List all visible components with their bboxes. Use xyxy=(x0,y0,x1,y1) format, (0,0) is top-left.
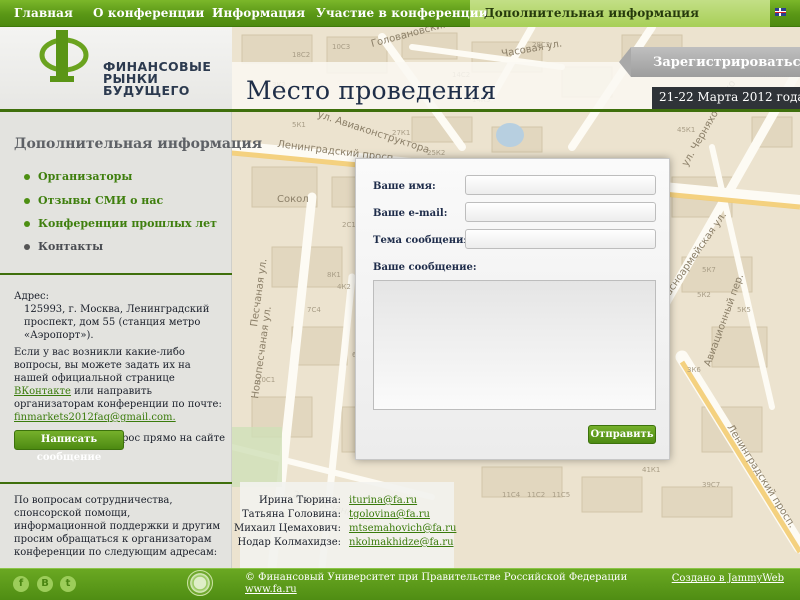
svg-text:18С2: 18С2 xyxy=(292,51,310,59)
register-button[interactable]: Зарегистрироваться xyxy=(619,47,800,77)
email-field[interactable] xyxy=(465,202,656,222)
conference-dates: 21-22 Марта 2012 года xyxy=(652,87,800,109)
name-label: Ваше имя: xyxy=(373,181,436,192)
message-label: Ваше сообщение: xyxy=(373,262,477,273)
subject-field[interactable] xyxy=(465,229,656,249)
contact-name: Михаил Цемахович: xyxy=(233,523,341,534)
cooperation-text: По вопросам сотрудничества, спонсорской … xyxy=(14,495,221,558)
svg-text:11С4: 11С4 xyxy=(502,491,521,499)
facebook-icon[interactable]: f xyxy=(13,576,29,592)
top-navigation: Главная О конференции Информация Участие… xyxy=(0,0,800,27)
copyright-text: © Финансовый Университет при Правительст… xyxy=(245,572,628,583)
contact-email-link[interactable]: iturina@fa.ru xyxy=(349,495,417,506)
sidebar-divider xyxy=(0,482,232,484)
vk-link[interactable]: ВКонтакте xyxy=(14,386,71,397)
organizer-contacts: Ирина Тюрина: iturina@fa.ru Татьяна Голо… xyxy=(234,482,456,568)
vkontakte-icon[interactable]: B xyxy=(37,576,53,592)
svg-text:10С1: 10С1 xyxy=(257,376,275,384)
svg-text:28С2: 28С2 xyxy=(532,41,550,49)
write-message-button[interactable]: Написать сообщение xyxy=(14,430,124,463)
svg-text:45К1: 45К1 xyxy=(677,126,695,134)
subject-label: Тема сообщения: xyxy=(373,235,475,246)
address-label: Адрес: xyxy=(14,291,50,302)
bullet-icon xyxy=(24,244,30,250)
svg-text:8К1: 8К1 xyxy=(327,271,341,279)
contact-email-link[interactable]: tgolovina@fa.ru xyxy=(349,509,430,520)
bullet-icon xyxy=(24,221,30,227)
submit-button[interactable]: Отправить xyxy=(588,425,656,444)
twitter-icon[interactable]: t xyxy=(60,576,76,592)
nav-item-home[interactable]: Главная xyxy=(14,6,73,20)
nav-item-participation[interactable]: Участие в конференции xyxy=(316,6,488,20)
name-field[interactable] xyxy=(465,175,656,195)
svg-text:11С5: 11С5 xyxy=(552,491,570,499)
map-metro-label: Сокол xyxy=(277,194,309,205)
svg-text:2С1: 2С1 xyxy=(342,221,356,229)
svg-text:25К2: 25К2 xyxy=(427,149,445,157)
email-label: Ваше e-mail: xyxy=(373,208,448,219)
bullet-icon xyxy=(24,174,30,180)
svg-text:5К5: 5К5 xyxy=(737,306,751,314)
contact-email-link[interactable]: nkolmakhidze@fa.ru xyxy=(349,537,454,548)
svg-text:39С7: 39С7 xyxy=(702,481,720,489)
bullet-icon xyxy=(24,198,30,204)
svg-text:10С3: 10С3 xyxy=(332,43,350,51)
sidebar-section-title: Дополнительная информация xyxy=(14,136,263,152)
svg-text:5К1: 5К1 xyxy=(292,121,306,129)
svg-text:27К1: 27К1 xyxy=(392,129,410,137)
message-textarea[interactable] xyxy=(373,280,656,410)
page-title: Место проведения xyxy=(246,76,497,105)
logo-text: ФИНАНСОВЫЕ РЫНКИ БУДУЩЕГО xyxy=(103,59,212,98)
svg-text:11С2: 11С2 xyxy=(527,491,545,499)
logo-mark-icon[interactable] xyxy=(34,28,94,88)
svg-text:4К2: 4К2 xyxy=(337,283,351,291)
uk-flag-icon[interactable] xyxy=(775,8,786,16)
contact-name: Татьяна Головина: xyxy=(241,509,341,520)
questions-text: Если у вас возникли какие-либо вопросы, … xyxy=(14,347,191,384)
svg-text:3К6: 3К6 xyxy=(687,366,701,374)
sidebar-divider xyxy=(0,273,232,275)
contact-name: Нодар Колмахидзе: xyxy=(237,537,342,548)
contact-form: Ваше имя: Ваше e-mail: Тема сообщения: В… xyxy=(355,158,670,460)
nav-item-info[interactable]: Информация xyxy=(212,6,305,20)
address-text: 125993, г. Москва, Ленинградский проспек… xyxy=(24,304,210,341)
nav-item-additional-info[interactable]: Дополнительная информация xyxy=(484,6,699,20)
university-seal-icon xyxy=(187,570,213,596)
address-block: Адрес: 125993, г. Москва, Ленинградский … xyxy=(14,290,226,449)
nav-item-about[interactable]: О конференции xyxy=(93,6,204,20)
site-link[interactable]: www.fa.ru xyxy=(245,584,297,595)
svg-text:41К1: 41К1 xyxy=(642,466,660,474)
contact-email-link[interactable]: mtsemahovich@fa.ru xyxy=(349,523,456,534)
developer-credit-link[interactable]: Создано в JammyWeb xyxy=(672,573,784,584)
copyright: © Финансовый Университет при Правительст… xyxy=(245,572,627,596)
svg-text:7С4: 7С4 xyxy=(307,306,321,314)
contact-name: Ирина Тюрина: xyxy=(258,495,341,506)
svg-text:5К7: 5К7 xyxy=(702,266,716,274)
faq-email-link[interactable]: finmarkets2012faq@gmail.com. xyxy=(14,412,176,423)
svg-text:5К2: 5К2 xyxy=(697,291,711,299)
